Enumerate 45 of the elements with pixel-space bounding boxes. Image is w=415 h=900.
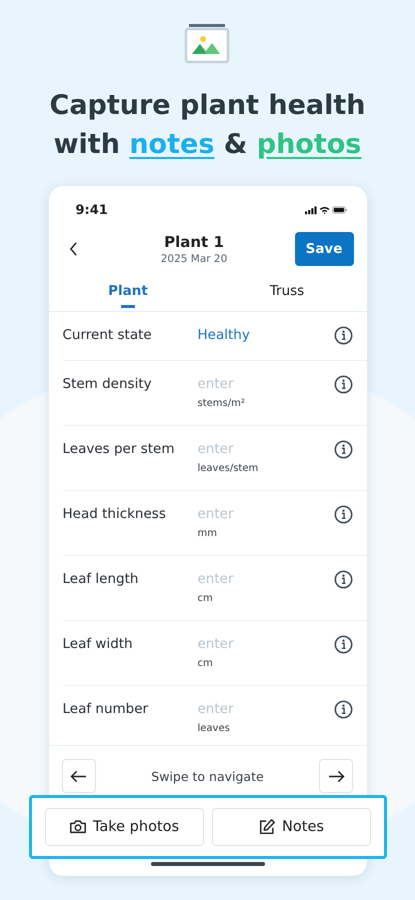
tab[interactable]: Truss	[208, 281, 366, 311]
arrow-right-icon	[328, 770, 345, 782]
status-time: 9:41	[76, 202, 108, 218]
take-photos-button[interactable]: Take photos	[44, 808, 204, 846]
notes-button[interactable]: Notes	[212, 808, 370, 846]
info-icon[interactable]	[334, 375, 352, 394]
info-icon[interactable]	[334, 440, 352, 459]
input-field[interactable]: enter	[198, 700, 288, 718]
unit-label: mm	[198, 528, 218, 539]
unit-label: leaves/stem	[198, 463, 260, 474]
image-icon	[184, 24, 230, 64]
page-date: 2025 Mar 20	[160, 253, 228, 265]
field-label: Stem density	[62, 375, 153, 393]
input-field[interactable]: enter	[198, 505, 288, 523]
unit-label: leaves	[198, 723, 231, 734]
arrow-left-icon	[70, 770, 87, 782]
input-field[interactable]: enter	[198, 570, 288, 588]
info-icon[interactable]	[334, 700, 352, 719]
save-button[interactable]: Save	[294, 232, 354, 266]
info-icon[interactable]	[334, 635, 352, 654]
swipe-hint: Swipe to navigate	[151, 768, 264, 784]
field-label: Current state	[62, 326, 153, 344]
field-label: Leaf width	[62, 635, 134, 653]
previous-button[interactable]	[62, 759, 96, 793]
unit-label: cm	[198, 658, 214, 669]
chevron-left-icon	[68, 242, 78, 256]
field-label: Head thickness	[62, 505, 167, 523]
pencil-square-icon	[258, 818, 276, 836]
info-icon[interactable]	[334, 505, 352, 524]
unit-label: cm	[198, 593, 214, 604]
field-label: Leaves per stem	[62, 440, 176, 458]
page-title: Plant 1	[164, 233, 224, 251]
camera-icon	[68, 818, 87, 836]
info-icon[interactable]	[334, 326, 352, 345]
info-icon[interactable]	[334, 570, 352, 589]
input-field[interactable]: enter	[198, 375, 288, 393]
dropdown-value[interactable]: Healthy	[198, 326, 334, 344]
field-label: Leaf length	[62, 570, 140, 588]
next-button[interactable]	[319, 759, 354, 793]
headline: Capture plant health with notes & photos	[50, 89, 366, 162]
input-field[interactable]: enter	[198, 440, 288, 458]
input-field[interactable]: enter	[198, 635, 288, 653]
unit-label: stems/m²	[198, 398, 246, 409]
status-icons	[304, 205, 346, 215]
field-label: Leaf number	[62, 700, 150, 718]
